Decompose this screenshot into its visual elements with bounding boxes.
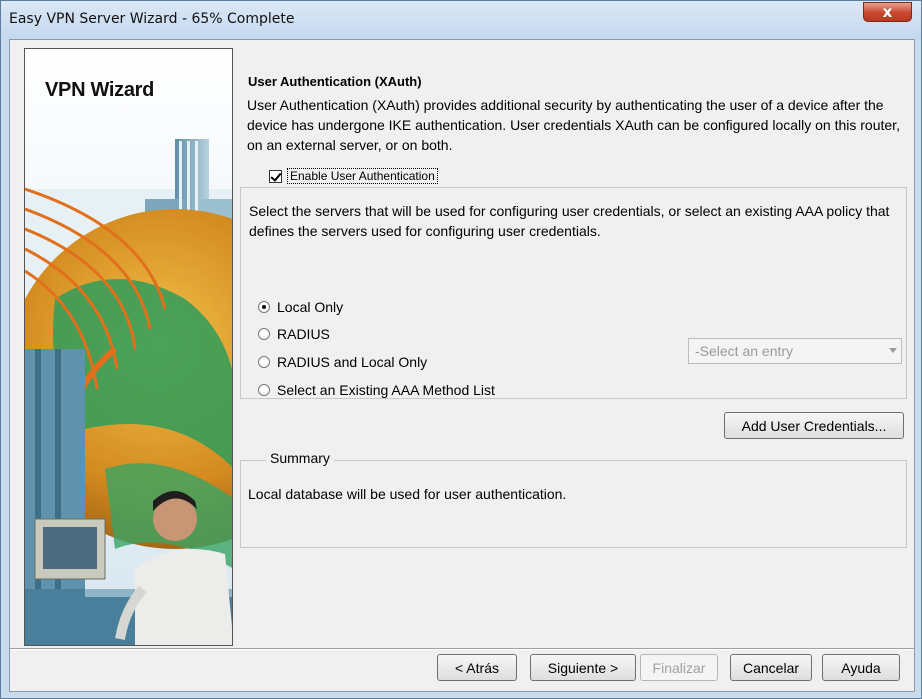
servers-description: Select the servers that will be used for… — [249, 203, 890, 239]
radio-local-only[interactable]: Local Only — [258, 299, 343, 315]
add-user-credentials-button[interactable]: Add User Credentials... — [724, 412, 904, 439]
radio-radius-and-local[interactable]: RADIUS and Local Only — [258, 354, 427, 370]
radio-radius-and-local-label: RADIUS and Local Only — [277, 354, 428, 370]
summary-group — [240, 460, 907, 548]
radio-existing-aaa-method[interactable]: Select an Existing AAA Method List — [258, 382, 495, 398]
radio-existing-aaa-method-label: Select an Existing AAA Method List — [277, 382, 495, 398]
enable-user-auth-checkbox[interactable]: Enable User Authentication — [266, 168, 441, 184]
radio-radius-label: RADIUS — [277, 326, 330, 342]
radio-radius[interactable]: RADIUS — [258, 326, 330, 342]
aaa-method-select[interactable]: -Select an entry — [688, 338, 902, 364]
wizard-illustration: VPN Wizard — [24, 48, 233, 646]
radio-local-only-label: Local Only — [277, 299, 344, 315]
wizard-illustration-graphic — [25, 49, 232, 645]
enable-user-auth-label: Enable User Authentication — [287, 168, 438, 184]
title-bar: Easy VPN Server Wizard - 65% Complete x — [1, 1, 921, 39]
wizard-heading: VPN Wizard — [45, 79, 155, 101]
radio-selected-icon[interactable] — [258, 301, 270, 313]
close-button[interactable]: x — [863, 2, 912, 22]
footer-divider — [10, 648, 914, 650]
summary-text: Local database will be used for user aut… — [248, 486, 567, 502]
radio-unselected-icon[interactable] — [258, 356, 270, 368]
wizard-content: User Authentication (XAuth) User Authent… — [240, 44, 910, 649]
finish-button[interactable]: Finalizar — [640, 654, 718, 681]
chevron-down-icon — [889, 348, 897, 353]
aaa-method-select-value: -Select an entry — [695, 343, 794, 359]
radio-unselected-icon[interactable] — [258, 384, 270, 396]
next-button[interactable]: Siguiente > — [530, 654, 636, 681]
section-title: User Authentication (XAuth) — [248, 74, 422, 89]
cancel-button[interactable]: Cancelar — [730, 654, 812, 681]
wizard-window: Easy VPN Server Wizard - 65% Complete x — [0, 0, 922, 699]
section-description: User Authentication (XAuth) provides add… — [247, 97, 900, 153]
help-button[interactable]: Ayuda — [822, 654, 900, 681]
dialog-client-area: VPN Wizard User Authentication (XAuth) U… — [9, 39, 915, 692]
checkbox-checked-icon[interactable] — [269, 169, 282, 183]
back-button[interactable]: < Atrás — [437, 654, 517, 681]
close-icon: x — [882, 3, 893, 21]
radio-unselected-icon[interactable] — [258, 328, 270, 340]
window-title: Easy VPN Server Wizard - 65% Complete — [9, 11, 295, 27]
summary-title: Summary — [266, 450, 334, 466]
